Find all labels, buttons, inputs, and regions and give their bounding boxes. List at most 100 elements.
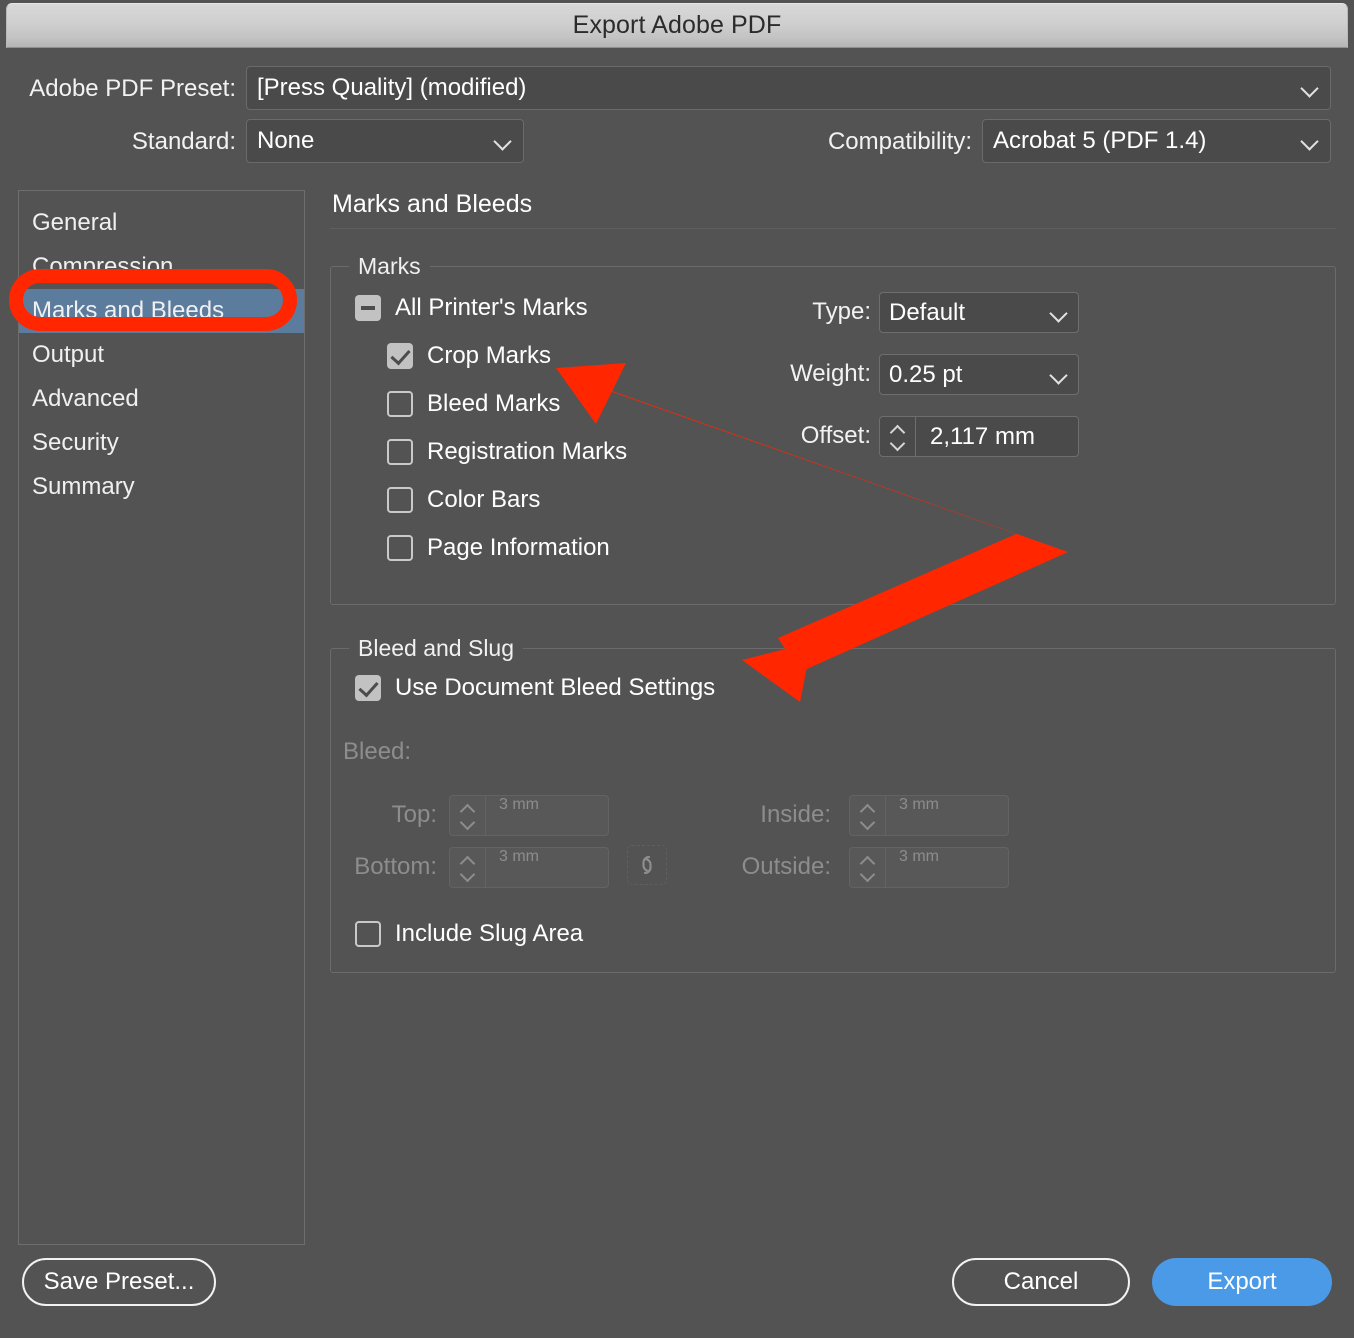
dialog-titlebar: Export Adobe PDF (6, 3, 1348, 48)
checkbox-label: All Printer's Marks (395, 294, 588, 321)
sidebar-item-label: Output (32, 341, 105, 368)
bleed-inside-label: Inside: (760, 801, 831, 828)
checkbox-registration-marks[interactable]: Registration Marks (387, 438, 627, 466)
checkbox-color-bars[interactable]: Color Bars (387, 486, 540, 514)
marks-offset-field[interactable]: 2,117 mm (879, 416, 1079, 457)
compatibility-label: Compatibility: (827, 128, 972, 155)
bleed-top-label: Top: (391, 801, 437, 828)
checkbox-unchecked-icon (387, 391, 413, 417)
compatibility-value: Acrobat 5 (PDF 1.4) (993, 127, 1207, 154)
checkbox-checked-icon (387, 343, 413, 369)
save-preset-label: Save Preset... (43, 1268, 195, 1295)
bleed-outside-value: 3 mm (899, 848, 939, 865)
dialog-title: Export Adobe PDF (572, 11, 782, 39)
standard-label: Standard: (131, 128, 236, 155)
offset-stepper[interactable] (880, 417, 916, 456)
marks-type-select[interactable]: Default (879, 292, 1079, 333)
type-label: Type: (812, 298, 871, 325)
sidebar-item-compression[interactable]: Compression (19, 245, 304, 289)
bleed-bottom-field: 3 mm (449, 847, 609, 888)
standard-value: None (257, 127, 315, 154)
adobe-pdf-preset-label: Adobe PDF Preset: (29, 75, 236, 102)
checkbox-checked-icon (355, 675, 381, 701)
page-title: Marks and Bleeds (332, 190, 533, 218)
bleed-bottom-label: Bottom: (354, 853, 437, 880)
chevron-down-icon (1300, 78, 1320, 98)
checkbox-crop-marks[interactable]: Crop Marks (387, 342, 551, 370)
checkbox-label: Page Information (427, 534, 610, 561)
bleed-outside-field: 3 mm (849, 847, 1009, 888)
sidebar-item-label: Compression (32, 253, 174, 280)
checkbox-unchecked-icon (387, 535, 413, 561)
sidebar-item-label: Marks and Bleeds (32, 297, 225, 324)
bleed-inside-field: 3 mm (849, 795, 1009, 836)
export-button[interactable]: Export (1152, 1258, 1332, 1306)
bleed-top-field: 3 mm (449, 795, 609, 836)
checkbox-all-printers-marks[interactable]: All Printer's Marks (355, 294, 588, 322)
bleed-outside-label: Outside: (741, 853, 831, 880)
preset-header-area: Adobe PDF Preset: [Press Quality] (modif… (0, 49, 1354, 177)
sidebar-item-label: Security (32, 429, 119, 456)
marks-group-legend: Marks (358, 253, 421, 279)
checkbox-include-slug-area[interactable]: Include Slug Area (355, 920, 583, 948)
checkbox-label: Bleed Marks (427, 390, 561, 417)
marks-weight-select[interactable]: 0.25 pt (879, 354, 1079, 395)
checkbox-page-information[interactable]: Page Information (387, 534, 610, 562)
chevron-down-icon (1300, 131, 1320, 151)
bleed-bottom-value: 3 mm (499, 848, 539, 865)
compatibility-select[interactable]: Acrobat 5 (PDF 1.4) (982, 119, 1331, 163)
checkbox-label: Use Document Bleed Settings (395, 674, 716, 701)
cancel-button[interactable]: Cancel (952, 1258, 1130, 1306)
chevron-down-icon (493, 131, 513, 151)
bleed-label: Bleed: (343, 738, 412, 765)
bleed-inside-stepper (850, 796, 886, 835)
offset-label: Offset: (800, 422, 871, 449)
sidebar-item-advanced[interactable]: Advanced (19, 377, 304, 421)
chevron-down-icon (1049, 303, 1069, 323)
bleed-top-value: 3 mm (499, 796, 539, 813)
bleed-and-slug-group: Bleed and Slug Use Document Bleed Settin… (330, 635, 1336, 973)
export-adobe-pdf-dialog: Export Adobe PDF Adobe PDF Preset: [Pres… (0, 0, 1354, 1338)
weight-label: Weight: (790, 360, 871, 387)
marks-and-bleeds-panel: Marks and Bleeds Marks All Printer's Mar… (330, 190, 1336, 1245)
sidebar-item-general[interactable]: General (19, 201, 304, 245)
checkbox-label: Registration Marks (427, 438, 628, 465)
checkbox-unchecked-icon (387, 487, 413, 513)
standard-select[interactable]: None (246, 119, 524, 163)
bleed-inside-value: 3 mm (899, 796, 939, 813)
chevron-down-icon (1049, 365, 1069, 385)
sidebar-item-output[interactable]: Output (19, 333, 304, 377)
chevron-down-icon[interactable] (891, 436, 903, 448)
settings-category-list[interactable]: General Compression Marks and Bleeds Out… (18, 190, 305, 1245)
checkbox-label: Include Slug Area (395, 920, 584, 947)
checkbox-use-document-bleed-settings[interactable]: Use Document Bleed Settings (355, 674, 715, 702)
sidebar-item-security[interactable]: Security (19, 421, 304, 465)
chevron-down-icon (861, 867, 873, 879)
bleed-top-stepper (450, 796, 486, 835)
cancel-label: Cancel (1003, 1268, 1079, 1295)
marks-type-value: Default (889, 298, 966, 326)
sidebar-item-summary[interactable]: Summary (19, 465, 304, 509)
adobe-pdf-preset-select[interactable]: [Press Quality] (modified) (246, 66, 1331, 110)
bleed-bottom-stepper (450, 848, 486, 887)
checkbox-label: Color Bars (427, 486, 541, 513)
chevron-down-icon (861, 815, 873, 827)
link-icon[interactable] (627, 845, 667, 885)
checkbox-unchecked-icon (355, 921, 381, 947)
checkbox-label: Crop Marks (427, 342, 552, 369)
sidebar-item-marks-and-bleeds[interactable]: Marks and Bleeds (19, 289, 304, 333)
sidebar-item-label: Advanced (32, 385, 139, 412)
chevron-down-icon (461, 867, 473, 879)
panel-separator (330, 228, 1336, 229)
marks-group: Marks All Printer's Marks Crop Marks Ble… (330, 253, 1336, 605)
sidebar-item-label: Summary (32, 473, 135, 500)
save-preset-button[interactable]: Save Preset... (22, 1258, 216, 1306)
checkbox-unchecked-icon (387, 439, 413, 465)
bleed-group-legend: Bleed and Slug (358, 635, 515, 661)
checkbox-bleed-marks[interactable]: Bleed Marks (387, 390, 560, 418)
chevron-down-icon (461, 815, 473, 827)
adobe-pdf-preset-value: [Press Quality] (modified) (257, 74, 527, 101)
export-label: Export (1207, 1268, 1277, 1295)
sidebar-item-label: General (32, 209, 118, 236)
marks-offset-value: 2,117 mm (930, 422, 1035, 450)
